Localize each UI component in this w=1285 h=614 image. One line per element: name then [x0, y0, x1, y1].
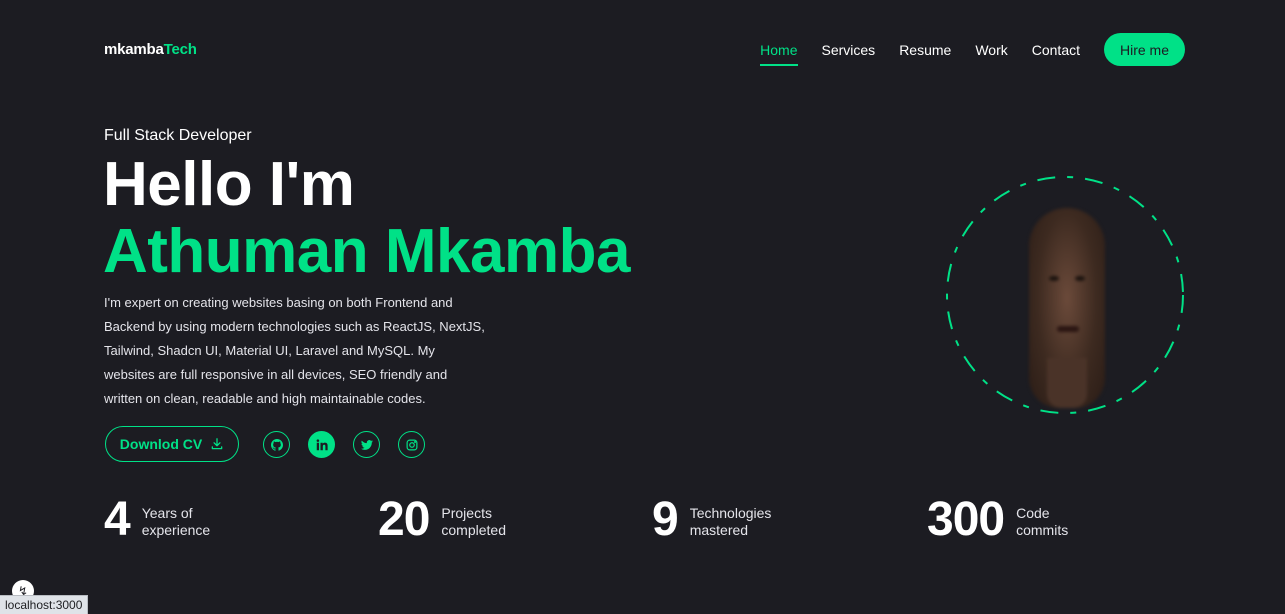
stat-label-line1: Code — [1016, 504, 1050, 521]
nav-services[interactable]: Services — [822, 34, 876, 66]
stat-years: 4 Years of experience — [104, 495, 210, 545]
nav-contact[interactable]: Contact — [1032, 34, 1080, 66]
nav-resume[interactable]: Resume — [899, 34, 951, 66]
stat-label-line2: completed — [441, 521, 506, 538]
hero-greeting: Hello I'm — [103, 150, 355, 219]
stat-commits: 300 Code commits — [927, 495, 1068, 545]
hero-role: Full Stack Developer — [104, 127, 252, 144]
main-nav: Home Services Resume Work Contact Hire m… — [760, 33, 1185, 66]
profile-photo — [1029, 208, 1105, 408]
logo-accent: Tech — [163, 41, 197, 58]
stat-label-line2: commits — [1016, 521, 1069, 538]
hero-bio: I'm expert on creating websites basing o… — [104, 295, 485, 406]
stat-label-line1: Years of — [141, 504, 193, 521]
stats-bar: 4 Years of experience 20 Projects complete… — [104, 495, 1184, 545]
stat-value: 9 — [652, 493, 679, 546]
stat-technologies: 9 Technologies mastered — [652, 495, 771, 545]
github-icon[interactable] — [263, 431, 290, 458]
hero-name: Athuman Mkamba — [103, 217, 630, 286]
stat-projects: 20 Projects completed — [378, 495, 506, 545]
instagram-icon[interactable] — [398, 431, 425, 458]
stat-value: 4 — [104, 493, 131, 546]
stat-label-line2: experience — [141, 521, 211, 538]
download-cv-label: Downlod CV — [119, 436, 203, 452]
logo-main: mkamba — [104, 41, 164, 58]
stat-value: 300 — [927, 493, 1005, 546]
linkedin-icon[interactable] — [308, 431, 335, 458]
stat-label-line1: Projects — [441, 504, 492, 521]
download-icon — [211, 438, 223, 450]
download-cv-button[interactable]: Downlod CV — [105, 426, 239, 462]
nav-home[interactable]: Home — [760, 34, 798, 66]
hire-me-button[interactable]: Hire me — [1104, 33, 1185, 66]
social-links — [263, 431, 425, 458]
stat-value: 20 — [378, 493, 430, 546]
browser-status-url: localhost:3000 — [0, 595, 89, 614]
twitter-icon[interactable] — [353, 431, 380, 458]
site-logo[interactable]: mkambaTech — [104, 41, 197, 58]
nav-work[interactable]: Work — [975, 34, 1007, 66]
stat-label-line2: mastered — [689, 521, 749, 538]
portrait — [944, 174, 1186, 416]
stat-label-line1: Technologies — [689, 504, 772, 521]
